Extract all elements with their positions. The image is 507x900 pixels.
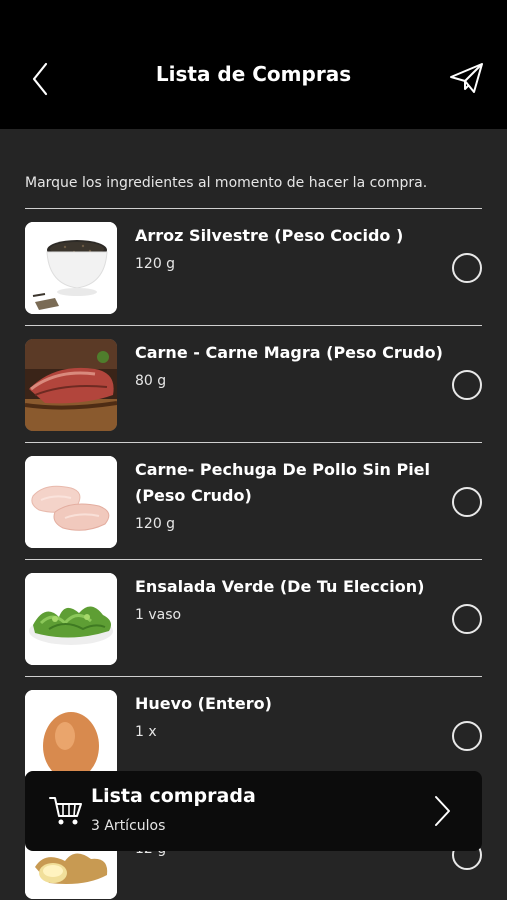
- page-title: Lista de Compras: [155, 62, 352, 86]
- list-item: Carne- Pechuga De Pollo Sin Piel (Peso C…: [25, 443, 482, 560]
- item-quantity: 1 vaso: [135, 607, 182, 623]
- item-name: Ensalada Verde (De Tu Eleccion): [135, 577, 425, 596]
- list-item: Ensalada Verde (De Tu Eleccion) 1 vaso: [25, 560, 482, 677]
- purchased-list-bar[interactable]: Lista comprada 3 Artículos: [25, 771, 482, 851]
- paper-plane-icon: [450, 63, 483, 93]
- item-quantity: 120 g: [135, 256, 176, 272]
- send-button[interactable]: [448, 60, 486, 96]
- instruction-text: Marque los ingredientes al momento de ha…: [25, 175, 428, 191]
- purchased-count: 3 Artículos: [91, 818, 166, 834]
- item-checkbox[interactable]: [452, 253, 482, 283]
- item-quantity: 1 x: [135, 724, 157, 740]
- item-image-roast-beef: [25, 339, 117, 431]
- item-checkbox[interactable]: [452, 370, 482, 400]
- chevron-right-icon[interactable]: [431, 793, 455, 829]
- item-name: Huevo (Entero): [135, 694, 272, 713]
- item-quantity: 80 g: [135, 373, 167, 389]
- shopping-cart-icon: [49, 795, 83, 827]
- list-item: Arroz Silvestre (Peso Cocido ) 120 g: [25, 209, 482, 326]
- item-quantity: 120 g: [135, 516, 176, 532]
- item-image-chicken-breast: [25, 456, 117, 548]
- item-name: Carne - Carne Magra (Peso Crudo): [135, 343, 443, 362]
- item-image-wild-rice: [25, 222, 117, 314]
- item-checkbox[interactable]: [452, 721, 482, 751]
- item-checkbox[interactable]: [452, 604, 482, 634]
- item-image-egg: [25, 690, 117, 782]
- item-name: Arroz Silvestre (Peso Cocido ): [135, 226, 404, 245]
- item-checkbox[interactable]: [452, 487, 482, 517]
- item-image-green-salad: [25, 573, 117, 665]
- list-item: Carne - Carne Magra (Peso Crudo) 80 g: [25, 326, 482, 443]
- purchased-list-title: Lista comprada: [91, 785, 256, 807]
- item-name: Carne- Pechuga De Pollo Sin Piel (Peso C…: [135, 460, 431, 505]
- app-header: Lista de Compras: [0, 0, 507, 129]
